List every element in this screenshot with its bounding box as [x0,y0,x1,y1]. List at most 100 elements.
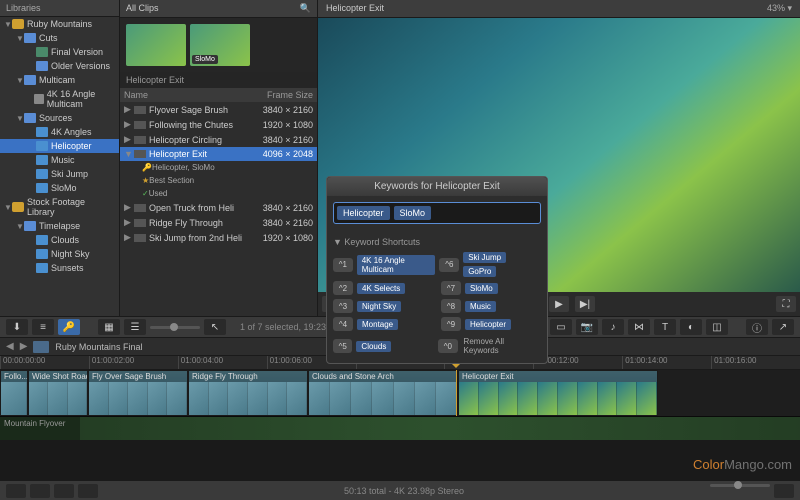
zoom-slider[interactable] [710,484,770,487]
keywords-panel: Keywords for Helicopter Exit Helicopter … [326,176,548,364]
clip-thumbnail[interactable]: SloMo [190,24,250,66]
sidebar-item[interactable]: 4K 16 Angle Multicam [0,87,119,111]
filter-dropdown[interactable]: All Clips [126,3,159,14]
clip-row[interactable]: ▼Helicopter Exit4096 × 2048 [120,147,317,161]
arrow-tool[interactable]: ↖ [204,319,226,335]
sidebar-item[interactable]: 4K Angles [0,125,119,139]
list-button[interactable]: ☰ [124,319,146,335]
sidebar-item[interactable]: Clouds [0,233,119,247]
keyword-chip[interactable]: 4K Selects [357,283,405,294]
keyword-chip[interactable]: Clouds [356,341,391,352]
keyword-chip[interactable]: GoPro [463,266,496,277]
playhead[interactable] [456,370,457,416]
keyword-chip[interactable]: SloMo [465,283,498,294]
sidebar-item[interactable]: ▼Timelapse [0,219,119,233]
history-fwd-icon[interactable]: ▶ [20,341,28,352]
keyword-chip[interactable]: Helicopter [465,319,511,330]
keyword-chip[interactable]: Montage [357,319,398,330]
zoom-dropdown[interactable]: 43% ▾ [767,3,792,14]
keyword-chip[interactable]: Night Sky [357,301,401,312]
shortcut-key: ^5 [333,339,352,353]
index-button[interactable] [6,484,26,498]
keyword-chip[interactable]: 4K 16 Angle Multicam [357,255,436,275]
sidebar-item[interactable]: Sunsets [0,261,119,275]
clip-thumbnail[interactable] [126,24,186,66]
keyword-chip[interactable]: Music [465,301,496,312]
remove-keywords[interactable]: Remove All Keywords [462,335,541,357]
shortcut-key: ^0 [438,339,457,353]
timeline-clip[interactable]: Clouds and Stone Arch [308,370,458,416]
ruler-tick: 01:00:02:00 [89,356,178,369]
ruler-tick: 01:00:04:00 [178,356,267,369]
clip-subrow[interactable]: ★ Best Section [120,174,317,187]
audio-track[interactable]: Mountain Flyover [0,416,800,440]
next-button[interactable]: ▶| [575,296,595,312]
keyword-shortcut-row: ^5 Clouds ^0 Remove All Keywords [333,333,541,359]
viewer-title: Helicopter Exit [326,3,384,14]
sidebar-item[interactable]: Night Sky [0,247,119,261]
shortcuts-label: ▼ Keyword Shortcuts [333,234,541,250]
sidebar-item[interactable]: Music [0,153,119,167]
import-button[interactable]: ⬇ [6,319,28,335]
sidebar-item[interactable]: ▼Multicam [0,73,119,87]
fullscreen-button[interactable]: ⛶ [776,296,796,312]
keyword-chip[interactable]: Ski Jump [463,252,506,263]
shortcut-key: ^2 [333,281,353,295]
keyword-shortcut-row: ^14K 16 Angle Multicam^6Ski JumpGoPro [333,250,541,279]
clip-subrow[interactable]: 🔑 Helicopter, SloMo [120,161,317,174]
video-track[interactable]: Follo...Wide Shot Road...Fly Over Sage B… [0,370,800,416]
photos-button[interactable]: 📷 [576,319,598,335]
transitions-button[interactable]: ⋈ [628,319,650,335]
sidebar-item[interactable]: ▼Ruby Mountains [0,17,119,31]
filmstrip-button[interactable]: ▦ [98,319,120,335]
timeline-clip[interactable]: Ridge Fly Through [188,370,308,416]
shortcut-key: ^8 [441,299,461,313]
ruler-tick: 00:00:00:00 [0,356,89,369]
skimming-button[interactable] [30,484,50,498]
clip-appearance-button[interactable] [774,484,794,498]
search-icon[interactable]: 🔍 [300,3,311,14]
sidebar-item[interactable]: SloMo [0,181,119,195]
solo-button[interactable] [78,484,98,498]
column-name[interactable]: Name [124,90,257,100]
timeline-clip[interactable]: Fly Over Sage Brush [88,370,188,416]
play-button[interactable]: ▶ [549,296,569,312]
column-framesize[interactable]: Frame Size [257,90,313,100]
sidebar-item[interactable]: Helicopter [0,139,119,153]
keyword-tag[interactable]: SloMo [394,206,432,220]
timeline-clip[interactable]: Helicopter Exit [458,370,658,416]
timeline-clip[interactable]: Wide Shot Road... [28,370,88,416]
sidebar-item[interactable]: Final Version [0,45,119,59]
keyword-tool-button[interactable]: 🔑 [58,319,80,335]
clip-row[interactable]: ▶Following the Chutes1920 × 1080 [120,117,317,132]
snapping-button[interactable] [54,484,74,498]
sidebar-item[interactable]: Older Versions [0,59,119,73]
clip-row[interactable]: ▶Ski Jump from 2nd Heli1920 × 1080 [120,230,317,245]
clip-height-slider[interactable] [150,326,200,329]
share-button[interactable]: ↗ [772,319,794,335]
keyword-tag[interactable]: Helicopter [337,206,390,220]
clip-subrow[interactable]: ✓ Used [120,187,317,200]
clip-browser: All Clips 🔍 SloMo Helicopter Exit Name F… [120,0,318,316]
ruler-tick: 01:00:14:00 [622,356,711,369]
keywords-input[interactable]: Helicopter SloMo [333,202,541,224]
sidebar-item[interactable]: ▼Stock Footage Library [0,195,119,219]
library-list-button[interactable]: ≡ [32,319,54,335]
sidebar-item[interactable]: Ski Jump [0,167,119,181]
sidebar-item[interactable]: ▼Cuts [0,31,119,45]
timeline-clip[interactable]: Follo... [0,370,28,416]
clip-row[interactable]: ▶Open Truck from Heli3840 × 2160 [120,200,317,215]
keywords-title: Keywords for Helicopter Exit [327,177,547,196]
inspector-button[interactable]: ⓘ [746,319,768,335]
watermark: ColorMango.com [693,457,792,472]
music-button[interactable]: ♪ [602,319,624,335]
generators-button[interactable]: ◐ [680,319,702,335]
titles-button[interactable]: T [654,319,676,335]
clip-row[interactable]: ▶Helicopter Circling3840 × 2160 [120,132,317,147]
clip-row[interactable]: ▶Flyover Sage Brush3840 × 2160 [120,102,317,117]
history-back-icon[interactable]: ◀ [6,341,14,352]
effects-button[interactable]: ▭ [550,319,572,335]
themes-button[interactable]: ◫ [706,319,728,335]
clip-row[interactable]: ▶Ridge Fly Through3840 × 2160 [120,215,317,230]
sidebar-item[interactable]: ▼Sources [0,111,119,125]
